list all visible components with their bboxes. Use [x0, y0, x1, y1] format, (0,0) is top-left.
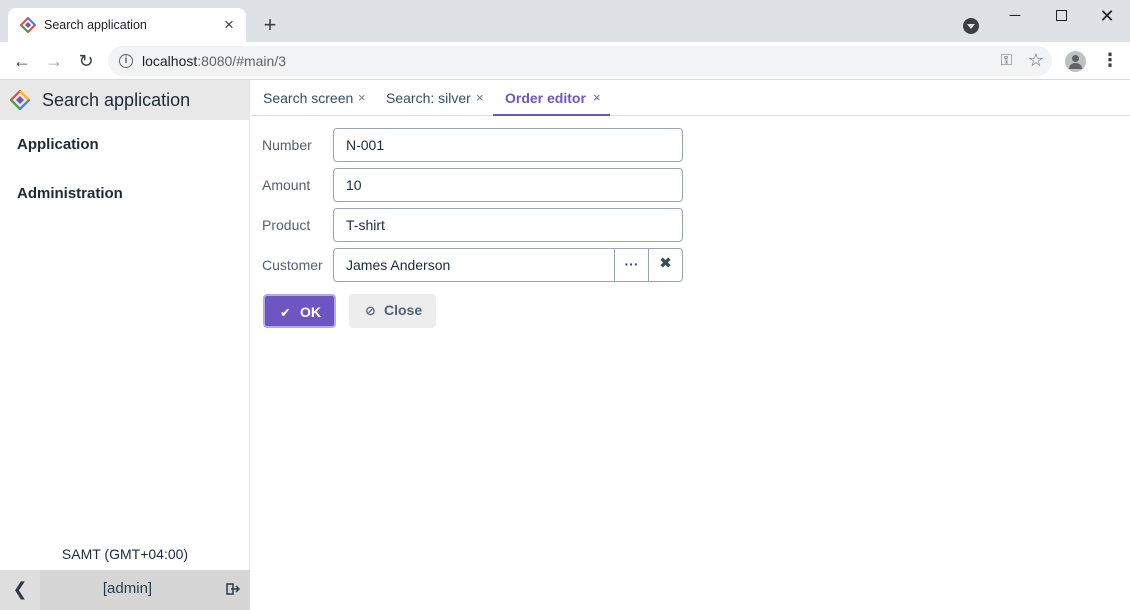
- url-host: localhost: [142, 53, 198, 69]
- browser-tab[interactable]: Search application ×: [8, 8, 246, 42]
- browser-tab-title: Search application: [44, 18, 147, 32]
- tab-search-silver[interactable]: Search: silver ×: [386, 80, 490, 116]
- url-path: :8080/#main/3: [197, 53, 286, 69]
- url-text[interactable]: localhost:8080/#main/3: [142, 53, 286, 69]
- tab-close-icon[interactable]: ×: [476, 90, 484, 105]
- check-icon: ✔: [280, 305, 291, 320]
- collapse-sidebar-button[interactable]: ❮: [0, 570, 40, 610]
- main-area: Search screen × Search: silver × Order e…: [251, 80, 1130, 610]
- clear-icon[interactable]: ✖: [648, 249, 682, 281]
- timezone-label: SAMT (GMT+04:00): [61, 546, 189, 562]
- tab-close-icon[interactable]: ×: [593, 90, 601, 105]
- tab-close-icon[interactable]: ×: [358, 90, 366, 105]
- number-field[interactable]: N-001: [333, 128, 683, 162]
- product-label: Product: [262, 217, 311, 233]
- menu-item-application[interactable]: Application: [17, 136, 99, 153]
- amount-field[interactable]: 10: [333, 168, 683, 202]
- browser-menu-icon[interactable]: ⋮: [1101, 50, 1119, 72]
- password-key-icon[interactable]: ⚿: [1001, 52, 1012, 69]
- tab-search-icon[interactable]: [963, 18, 979, 34]
- forward-icon[interactable]: →: [42, 49, 66, 73]
- workspace-tabs: Search screen × Search: silver × Order e…: [251, 80, 1130, 116]
- app-sidebar: Search application Application Administr…: [0, 80, 250, 610]
- browser-toolbar: ← → ↻ i localhost:8080/#main/3 ⚿ ☆ ⋮: [0, 42, 1130, 80]
- tab-label: Search screen: [263, 90, 354, 106]
- ban-icon: ⊘: [365, 303, 376, 318]
- customer-field[interactable]: James Anderson: [346, 257, 450, 273]
- number-label: Number: [262, 137, 312, 153]
- maximize-button[interactable]: [1038, 4, 1084, 28]
- sidebar-footer: ❮ [admin]: [0, 570, 250, 610]
- close-window-button[interactable]: ✕: [1084, 4, 1130, 28]
- logout-icon[interactable]: [226, 582, 240, 596]
- browser-tab-close-icon[interactable]: ×: [218, 14, 240, 36]
- user-name[interactable]: [admin]: [40, 580, 215, 597]
- customer-label: Customer: [262, 257, 323, 273]
- maximize-icon: [1055, 10, 1067, 21]
- ok-button[interactable]: ✔ OK: [263, 294, 336, 328]
- tab-search-screen[interactable]: Search screen ×: [263, 80, 377, 116]
- address-bar[interactable]: i localhost:8080/#main/3 ⚿ ☆: [108, 46, 1052, 76]
- user-panel: [admin]: [40, 570, 250, 610]
- site-info-icon[interactable]: i: [119, 54, 133, 68]
- tab-order-editor[interactable]: Order editor ×: [493, 80, 610, 116]
- tab-label: Search: silver: [386, 90, 471, 106]
- product-field[interactable]: T-shirt: [333, 208, 683, 242]
- new-tab-button[interactable]: +: [258, 14, 282, 38]
- app-logo-icon: [10, 90, 30, 110]
- close-label: Close: [384, 302, 423, 318]
- reload-icon[interactable]: ↻: [74, 49, 98, 73]
- back-icon[interactable]: ←: [10, 49, 34, 73]
- tab-label: Order editor: [505, 90, 586, 106]
- amount-label: Amount: [262, 177, 311, 193]
- close-button[interactable]: ⊘ Close: [349, 294, 436, 328]
- ok-label: OK: [300, 304, 321, 320]
- app-brand: Search application: [0, 80, 250, 120]
- minimize-button[interactable]: ─: [992, 4, 1038, 28]
- app-title: Search application: [42, 90, 191, 110]
- lookup-icon[interactable]: ···: [614, 249, 648, 281]
- browser-tabstrip: Search application × + ─ ✕: [0, 0, 1130, 42]
- app-favicon-icon: [20, 17, 36, 33]
- account-avatar-icon[interactable]: [1065, 51, 1086, 72]
- customer-picker: James Anderson ··· ✖: [333, 248, 683, 282]
- menu-item-administration[interactable]: Administration: [17, 185, 123, 202]
- bookmark-star-icon[interactable]: ☆: [1028, 50, 1044, 71]
